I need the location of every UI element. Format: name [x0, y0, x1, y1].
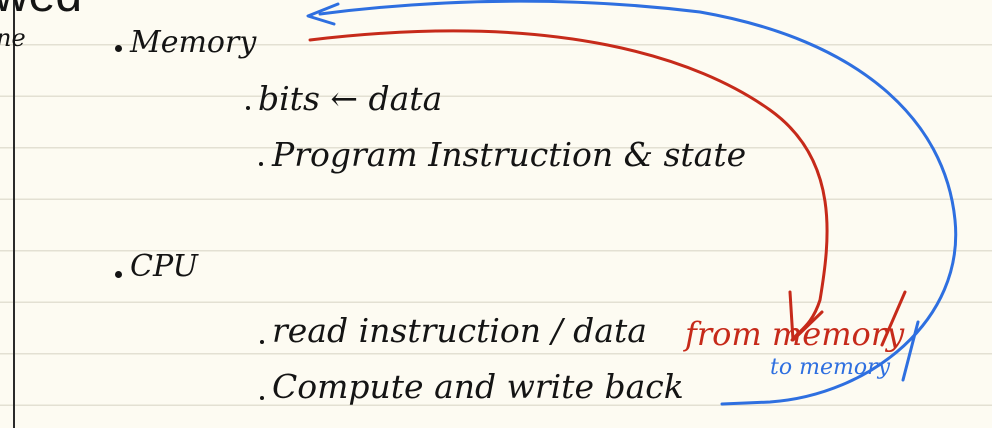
blue-tick: [901, 320, 920, 382]
to-memory-annotation: to memory: [770, 355, 891, 380]
from-memory-annotation: from memory: [685, 315, 905, 353]
red-arrow: [308, 29, 829, 342]
notebook-page: wed ne Memory bits ← data Program Instru…: [0, 0, 992, 428]
